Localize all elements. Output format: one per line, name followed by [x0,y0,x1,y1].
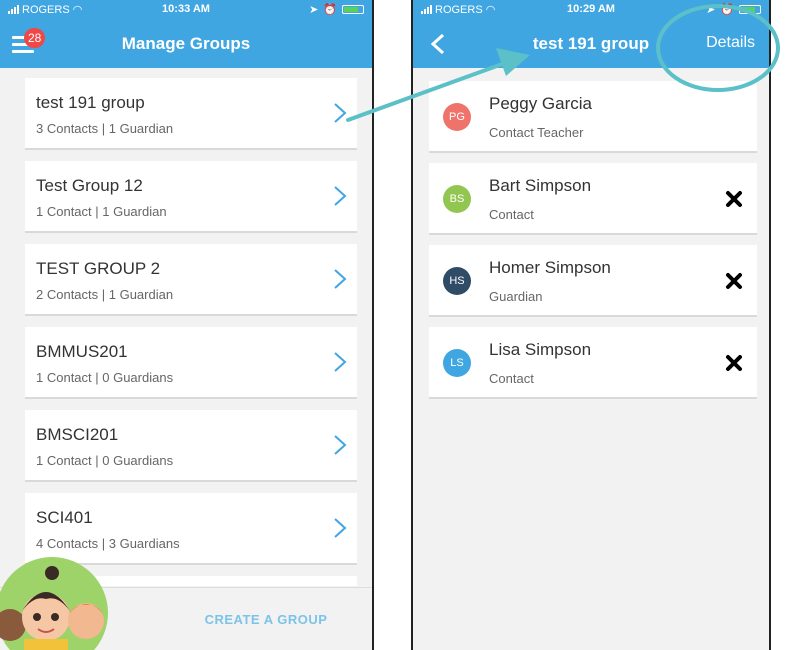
remove-contact-icon[interactable] [725,272,743,290]
group-row[interactable]: BMMUS201 1 Contact | 0 Guardians [25,327,357,399]
mascot-illustration [0,557,108,650]
page-title: Manage Groups [121,34,251,53]
status-right: ➤ ⏰ [309,3,364,16]
remove-contact-icon[interactable] [725,190,743,208]
nav-bar: 28 Manage Groups [0,20,372,68]
group-meta: 1 Contact | 0 Guardians [36,453,174,468]
manage-groups-screen: ROGERS ◠ 10:33 AM ➤ ⏰ 28 Manage Groups t… [0,0,374,650]
group-detail-screen: ROGERS ◠ 10:29 AM ➤ ⏰ test 191 group Det… [411,0,771,650]
contact-row[interactable]: HS Homer Simpson Guardian [429,245,757,317]
battery-icon [342,5,364,14]
status-bar: ROGERS ◠ 10:29 AM ➤ ⏰ [413,0,769,20]
group-name: BMSCI201 [36,425,119,444]
group-row[interactable]: test 191 group 3 Contacts | 1 Guardian [25,78,357,150]
contact-name: Homer Simpson [489,258,611,277]
contact-role: Contact [489,371,534,386]
group-row[interactable]: BMSCI201 1 Contact | 0 Guardians [25,410,357,482]
nav-bar: test 191 group Details [413,20,769,68]
alarm-icon: ⏰ [323,4,337,16]
contact-name: Lisa Simpson [489,340,592,359]
status-bar: ROGERS ◠ 10:33 AM ➤ ⏰ [0,0,372,20]
alarm-icon: ⏰ [720,4,734,16]
contact-row[interactable]: BS Bart Simpson Contact [429,163,757,235]
group-meta: 1 Contact | 1 Guardian [36,204,167,219]
group-meta: 1 Contact | 0 Guardians [36,370,174,385]
chevron-right-icon [334,103,347,123]
avatar: LS [443,349,471,377]
contact-role: Contact Teacher [489,125,584,140]
chevron-right-icon [334,269,347,289]
group-meta: 2 Contacts | 1 Guardian [36,287,174,302]
avatar: BS [443,185,471,213]
chevron-right-icon [334,518,347,538]
contact-name: Bart Simpson [489,176,592,195]
status-right: ➤ ⏰ [706,3,761,16]
group-name: test 191 group [36,93,145,112]
group-meta: 3 Contacts | 1 Guardian [36,121,174,136]
group-name: SCI401 [36,508,93,527]
remove-contact-icon[interactable] [725,354,743,372]
group-row[interactable]: TEST GROUP 2 2 Contacts | 1 Guardian [25,244,357,316]
chevron-right-icon [334,352,347,372]
group-name: Test Group 12 [36,176,143,195]
location-icon: ➤ [309,4,319,16]
chevron-right-icon [334,435,347,455]
details-button[interactable]: Details [706,34,755,52]
contact-role: Guardian [489,289,543,304]
group-row[interactable]: Test Group 12 1 Contact | 1 Guardian [25,161,357,233]
group-meta: 4 Contacts | 3 Guardians [36,536,180,551]
location-icon: ➤ [706,4,716,16]
battery-icon [739,5,761,14]
contact-role: Contact [489,207,534,222]
contact-name: Peggy Garcia [489,94,592,113]
avatar: HS [443,267,471,295]
group-name: TEST GROUP 2 [36,259,161,278]
contact-row[interactable]: LS Lisa Simpson Contact [429,327,757,399]
chevron-right-icon [334,186,347,206]
contact-row[interactable]: PG Peggy Garcia Contact Teacher [429,81,757,153]
create-group-button[interactable]: CREATE A GROUP [160,612,372,627]
avatar: PG [443,103,471,131]
group-name: BMMUS201 [36,342,128,361]
